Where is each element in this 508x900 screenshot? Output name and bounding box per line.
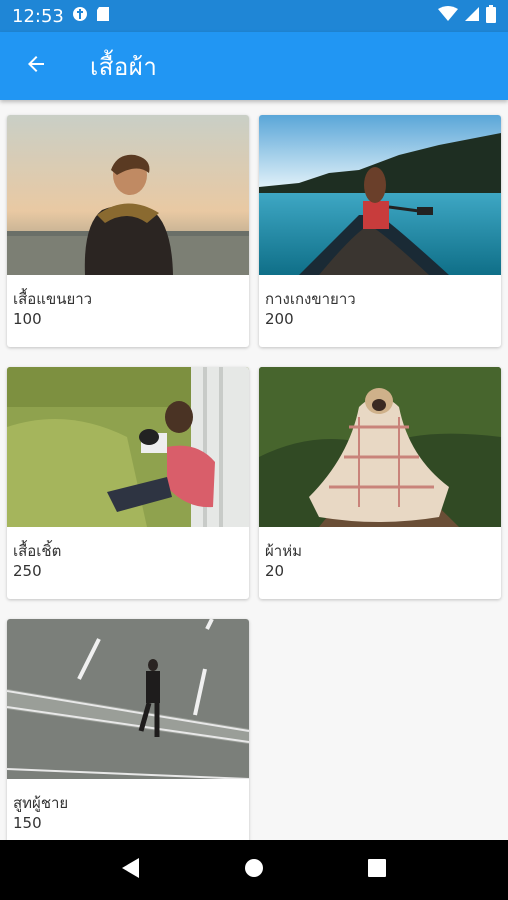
shield-icon [72, 6, 88, 27]
item-card[interactable]: เสื้อแขนยาว 100 [7, 115, 249, 347]
app-bar: เสื้อผ้า [0, 32, 508, 100]
man-in-jacket-at-seaside-photo [7, 115, 249, 275]
home-circle-icon [244, 858, 264, 882]
recents-square-icon [367, 858, 387, 882]
item-name: ผ้าห่ม [265, 542, 302, 560]
item-quantity: 150 [13, 814, 42, 832]
pug-in-blanket-photo [259, 367, 501, 527]
item-card[interactable]: สูทผู้ชาย 150 [7, 619, 249, 840]
item-name: เสื้อเชิ้ต [13, 542, 62, 560]
item-name: เสื้อแขนยาว [13, 290, 93, 308]
item-grid: เสื้อแขนยาว 100 กางเกงขายาว 200 เสื้อเชิ… [0, 100, 508, 840]
item-name: สูทผู้ชาย [13, 794, 69, 812]
item-quantity: 250 [13, 562, 42, 580]
nav-recents-button[interactable] [357, 850, 397, 890]
man-in-suit-on-road-photo [7, 619, 249, 779]
item-card[interactable]: กางเกงขายาว 200 [259, 115, 501, 347]
item-name: กางเกงขายาว [265, 290, 356, 308]
nav-back-button[interactable] [111, 850, 151, 890]
item-quantity: 200 [265, 310, 294, 328]
status-time: 12:53 [12, 5, 64, 27]
nav-home-button[interactable] [234, 850, 274, 890]
battery-icon [486, 4, 496, 28]
signal-icon [464, 6, 480, 27]
sd-card-icon [96, 6, 110, 27]
item-quantity: 100 [13, 310, 42, 328]
status-bar: 12:53 [0, 0, 508, 32]
item-card[interactable]: เสื้อเชิ้ต 250 [7, 367, 249, 599]
arrow-back-icon [24, 52, 48, 80]
man-reading-on-grass-photo [7, 367, 249, 527]
item-quantity: 20 [265, 562, 285, 580]
wifi-icon [438, 5, 458, 27]
item-card[interactable]: ผ้าห่ม 20 [259, 367, 501, 599]
navigation-bar [0, 840, 508, 900]
woman-in-canoe-on-lake-photo [259, 115, 501, 275]
back-button[interactable] [8, 38, 64, 94]
back-triangle-icon [121, 857, 141, 883]
page-title: เสื้อผ้า [90, 52, 158, 81]
